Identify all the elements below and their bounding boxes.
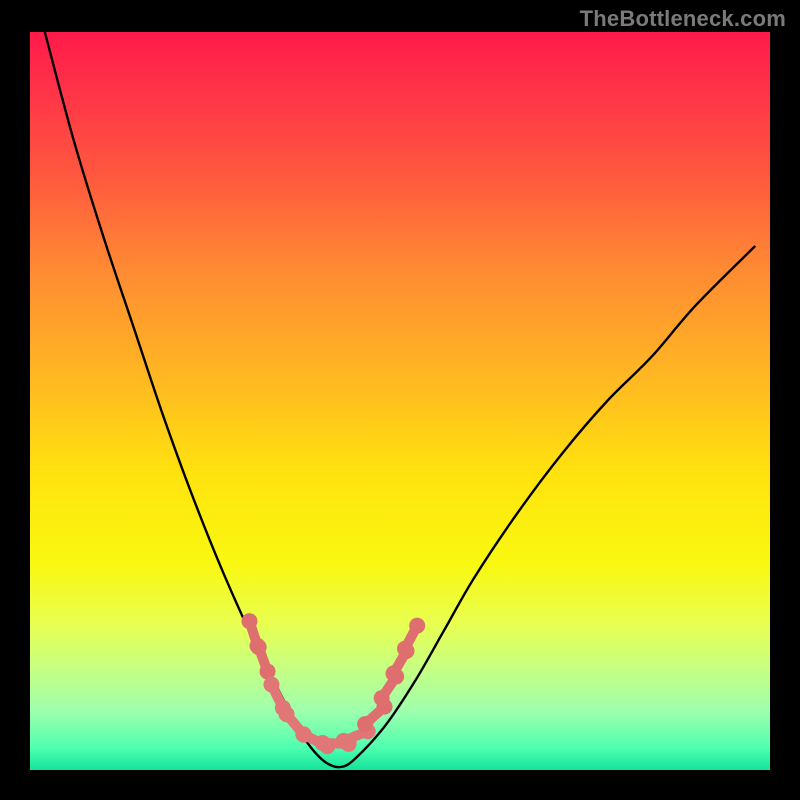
chart-frame: TheBottleneck.com [0, 0, 800, 800]
curve-markers [30, 32, 770, 770]
watermark: TheBottleneck.com [580, 6, 786, 32]
